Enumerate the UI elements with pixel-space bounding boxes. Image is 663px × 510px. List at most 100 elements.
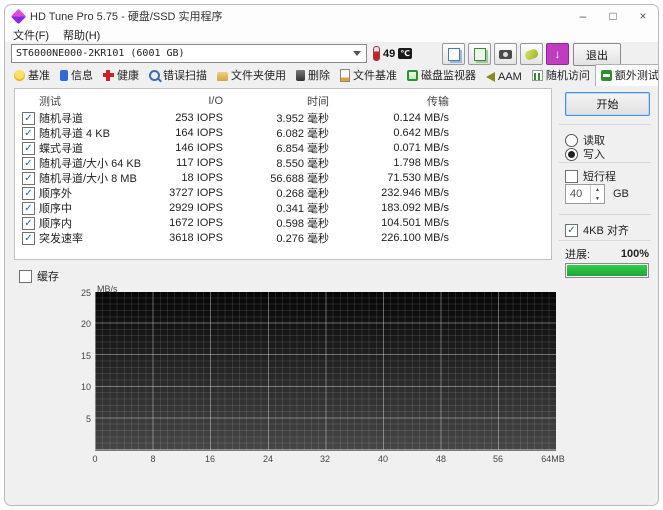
camera-icon [499, 50, 512, 59]
tab-benchmark[interactable]: 基准 [9, 65, 55, 86]
row-checkbox[interactable]: ✓ [22, 187, 35, 200]
test-name: 突发速率 [39, 230, 165, 246]
write-radio[interactable]: 写入 [565, 146, 605, 162]
table-row: ✓ 突发速率 3618 IOPS 0.276 毫秒 226.100 MB/s [15, 230, 551, 245]
tab-aam[interactable]: AAM [481, 69, 527, 86]
x-tick-label: 56 [493, 454, 503, 464]
capacity-spinner: 40 ▲ ▼ GB [565, 184, 629, 204]
cache-label: 缓存 [37, 268, 59, 284]
io-value: 117 IOPS [165, 157, 223, 169]
test-name: 顺序内 [39, 215, 165, 231]
tab-extra-tests[interactable]: 额外测试 [595, 64, 659, 86]
col-header-io: I/O [165, 95, 223, 107]
io-value: 18 IOPS [165, 172, 223, 184]
drive-selector-value: ST6000NE000-2KR101 (6001 GB) [16, 48, 185, 59]
row-checkbox[interactable]: ✓ [22, 127, 35, 140]
col-header-test: 测试 [39, 93, 165, 109]
transfer-value: 226.100 MB/s [329, 232, 449, 244]
row-checkbox[interactable]: ✓ [22, 112, 35, 125]
copy-button[interactable] [442, 43, 465, 65]
time-value: 0.341 毫秒 [223, 200, 329, 216]
drive-selector[interactable]: ST6000NE000-2KR101 (6001 GB) [11, 44, 367, 63]
write-radio-label: 写入 [583, 146, 605, 162]
table-row: ✓ 顺序内 1672 IOPS 0.598 毫秒 104.501 MB/s [15, 215, 551, 230]
table-row: ✓ 随机寻道/大小 64 KB 117 IOPS 8.550 毫秒 1.798 … [15, 155, 551, 170]
menu-file[interactable]: 文件(F) [13, 27, 49, 43]
row-checkbox[interactable]: ✓ [22, 157, 35, 170]
app-window: HD Tune Pro 5.75 - 硬盘/SSD 实用程序 – □ × 文件(… [4, 4, 659, 506]
progress-row: 进展: 100% [565, 246, 649, 262]
folder-icon [217, 72, 228, 81]
close-button[interactable]: × [628, 5, 658, 27]
tab-random-access[interactable]: 随机访问 [527, 65, 595, 86]
trash-icon [296, 70, 305, 81]
divider [559, 214, 651, 215]
tab-folder-usage[interactable]: 文件夹使用 [212, 65, 291, 86]
test-name: 随机寻道 [39, 110, 165, 126]
chevron-down-icon [353, 51, 361, 56]
lightbulb-icon [14, 70, 25, 81]
screenshot-button[interactable] [494, 43, 517, 65]
y-tick-label: 15 [61, 351, 91, 361]
row-checkbox[interactable]: ✓ [22, 142, 35, 155]
time-value: 3.952 毫秒 [223, 110, 329, 126]
4kb-align-checkbox[interactable]: ✓ 4KB 对齐 [565, 222, 629, 238]
start-button[interactable]: 开始 [565, 92, 650, 116]
save-button[interactable] [520, 43, 543, 65]
tab-file-benchmark[interactable]: 文件基准 [335, 65, 402, 86]
row-checkbox[interactable]: ✓ [22, 217, 35, 230]
health-cross-icon [103, 70, 114, 81]
io-value: 3727 IOPS [165, 187, 223, 199]
x-tick-label: 32 [320, 454, 330, 464]
download-arrow-icon: ↓ [555, 47, 561, 61]
row-checkbox[interactable]: ✓ [22, 172, 35, 185]
x-tick-label: 64MB [541, 454, 565, 464]
io-value: 164 IOPS [165, 127, 223, 139]
divider [559, 124, 651, 125]
cache-checkbox[interactable]: 缓存 [19, 268, 59, 284]
menu-help[interactable]: 帮助(H) [63, 27, 100, 43]
table-row: ✓ 随机寻道 253 IOPS 3.952 毫秒 0.124 MB/s [15, 110, 551, 125]
y-tick-label: 20 [61, 319, 91, 329]
time-value: 56.688 毫秒 [223, 170, 329, 186]
speaker-icon [486, 72, 495, 82]
test-name: 顺序中 [39, 200, 165, 216]
x-tick-label: 8 [150, 454, 155, 464]
thermometer-icon [373, 46, 380, 61]
copy-icon [448, 48, 460, 61]
update-button[interactable]: ↓ [546, 43, 569, 65]
tab-info[interactable]: 信息 [55, 65, 98, 86]
capacity-input[interactable]: 40 ▲ ▼ [565, 184, 605, 204]
row-checkbox[interactable]: ✓ [22, 232, 35, 245]
checkbox-icon: ✓ [565, 224, 578, 237]
minimize-button[interactable]: – [568, 5, 598, 27]
transfer-value: 0.642 MB/s [329, 127, 449, 139]
row-checkbox[interactable]: ✓ [22, 202, 35, 215]
export-button[interactable] [468, 43, 491, 65]
tab-health[interactable]: 健康 [98, 65, 144, 86]
extra-tests-icon [601, 70, 612, 81]
test-name: 顺序外 [39, 185, 165, 201]
window-title: HD Tune Pro 5.75 - 硬盘/SSD 实用程序 [30, 8, 223, 24]
io-value: 1672 IOPS [165, 217, 223, 229]
spin-down-icon[interactable]: ▼ [591, 194, 604, 203]
transfer-value: 71.530 MB/s [329, 172, 449, 184]
exit-button[interactable]: 退出 [573, 43, 621, 66]
test-name: 随机寻道/大小 64 KB [39, 155, 165, 171]
tab-disk-monitor[interactable]: 磁盘监视器 [402, 65, 481, 86]
control-panel: 开始 读取 写入 短行程 40 ▲ ▼ GB ✓ [557, 88, 655, 505]
transfer-value: 183.092 MB/s [329, 202, 449, 214]
time-value: 0.268 毫秒 [223, 185, 329, 201]
tab-error-scan[interactable]: 错误扫描 [144, 65, 212, 86]
magnifier-icon [149, 70, 160, 81]
io-value: 146 IOPS [165, 142, 223, 154]
4kb-align-label: 4KB 对齐 [583, 222, 629, 238]
maximize-button[interactable]: □ [598, 5, 628, 27]
short-stroke-checkbox[interactable]: 短行程 [565, 168, 616, 184]
table-row: ✓ 顺序中 2929 IOPS 0.341 毫秒 183.092 MB/s [15, 200, 551, 215]
monitor-icon [407, 70, 418, 81]
temperature-unit-badge: ℃ [398, 48, 412, 59]
tab-erase[interactable]: 删除 [291, 65, 335, 86]
spin-up-icon[interactable]: ▲ [591, 185, 604, 194]
title-bar: HD Tune Pro 5.75 - 硬盘/SSD 实用程序 – □ × [5, 5, 658, 27]
